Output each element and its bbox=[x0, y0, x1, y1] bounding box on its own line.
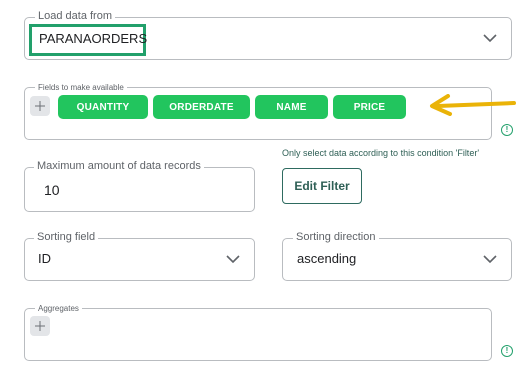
field-chip-price[interactable]: PRICE bbox=[333, 95, 406, 119]
sorting-direction-label: Sorting direction bbox=[293, 231, 379, 243]
chevron-down-icon[interactable] bbox=[482, 254, 498, 264]
sorting-direction-value: ascending bbox=[297, 251, 357, 266]
aggregates-label: Aggregates bbox=[35, 304, 82, 313]
filter-hint: Only select data according to this condi… bbox=[282, 148, 480, 158]
info-icon[interactable]: ! bbox=[501, 345, 513, 357]
chevron-down-icon[interactable] bbox=[225, 254, 241, 264]
plus-icon bbox=[35, 321, 45, 331]
load-data-label: Load data from bbox=[35, 10, 115, 22]
sorting-field-label: Sorting field bbox=[34, 231, 99, 243]
info-icon[interactable]: ! bbox=[501, 124, 513, 136]
load-data-value: PARANAORDERS bbox=[39, 31, 148, 46]
field-chip-orderdate[interactable]: ORDERDATE bbox=[153, 95, 250, 119]
aggregates-box bbox=[24, 308, 492, 361]
sorting-field-value: ID bbox=[38, 251, 51, 266]
field-chip-quantity[interactable]: QUANTITY bbox=[58, 95, 148, 119]
add-aggregate-button[interactable] bbox=[30, 316, 50, 336]
add-field-button[interactable] bbox=[30, 96, 50, 116]
max-records-label: Maximum amount of data records bbox=[34, 160, 204, 172]
sorting-field-select[interactable] bbox=[24, 238, 255, 281]
arrow-left-icon bbox=[430, 94, 516, 116]
edit-filter-button[interactable]: Edit Filter bbox=[282, 168, 362, 204]
fields-label: Fields to make available bbox=[35, 83, 127, 92]
field-chip-name[interactable]: NAME bbox=[255, 95, 328, 119]
chevron-down-icon[interactable] bbox=[482, 33, 498, 43]
max-records-value: 10 bbox=[44, 182, 60, 198]
plus-icon bbox=[35, 101, 45, 111]
